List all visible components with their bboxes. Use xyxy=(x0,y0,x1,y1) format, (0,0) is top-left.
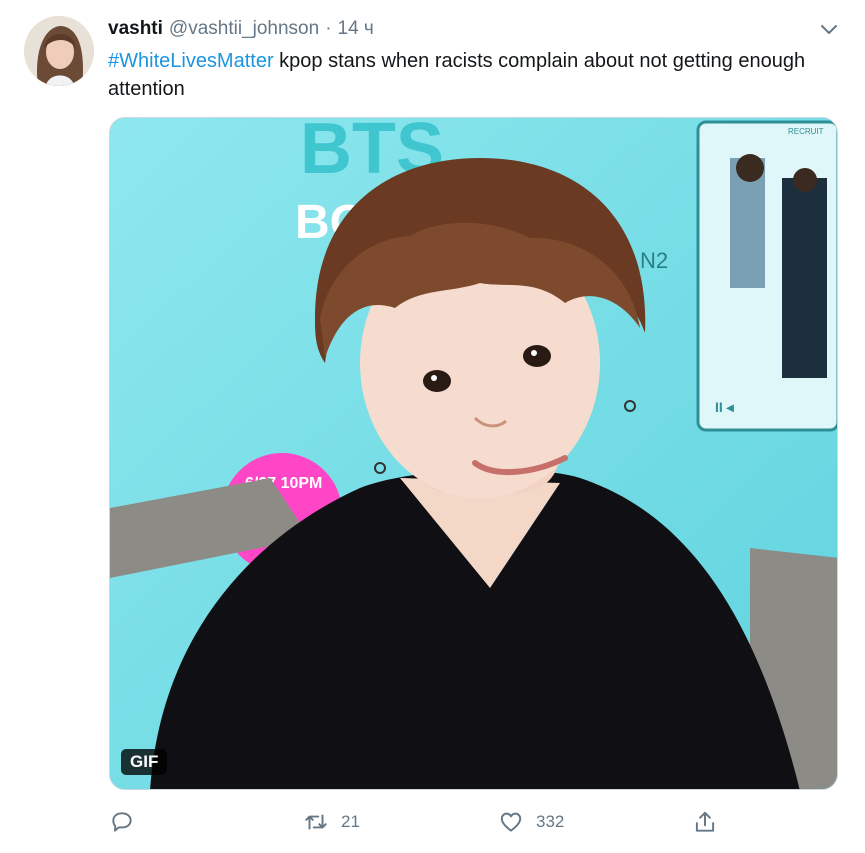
tweet-text: #WhiteLivesMatter kpop stans when racist… xyxy=(108,47,828,103)
chevron-down-icon[interactable] xyxy=(817,20,841,40)
svg-text:II ◂: II ◂ xyxy=(715,399,735,415)
share-icon xyxy=(695,811,715,832)
sign-line: N2 xyxy=(640,248,668,273)
media-gif[interactable]: BTS BO GE N2 RECRUIT II ◂ 6/27 10PM xyxy=(109,117,838,790)
avatar[interactable] xyxy=(24,16,94,86)
retweet-button[interactable]: 21 xyxy=(303,808,360,836)
author-handle[interactable]: @vashtii_johnson xyxy=(169,18,319,40)
hashtag-link[interactable]: #WhiteLivesMatter xyxy=(108,50,274,72)
tweet[interactable]: vashti @vashtii_johnson · 14 ч #WhiteLiv… xyxy=(0,0,865,853)
reply-button[interactable] xyxy=(109,808,135,836)
corner-mark: RECRUIT xyxy=(788,127,824,136)
gif-badge: GIF xyxy=(121,749,168,775)
separator-dot: · xyxy=(325,18,332,39)
avatar-photo xyxy=(24,16,94,86)
retweet-count: 21 xyxy=(341,812,360,831)
like-button[interactable]: 332 xyxy=(498,808,564,836)
retweet-icon xyxy=(305,814,327,830)
tweet-timestamp[interactable]: 14 ч xyxy=(338,18,374,40)
heart-icon xyxy=(500,812,522,832)
like-count: 332 xyxy=(536,812,565,831)
reply-icon xyxy=(112,812,132,832)
tweet-header: vashti @vashtii_johnson · 14 ч xyxy=(108,18,374,42)
author-name[interactable]: vashti xyxy=(108,18,163,40)
share-button[interactable] xyxy=(692,808,718,836)
gif-frame: BTS BO GE N2 RECRUIT II ◂ 6/27 10PM xyxy=(110,118,837,789)
